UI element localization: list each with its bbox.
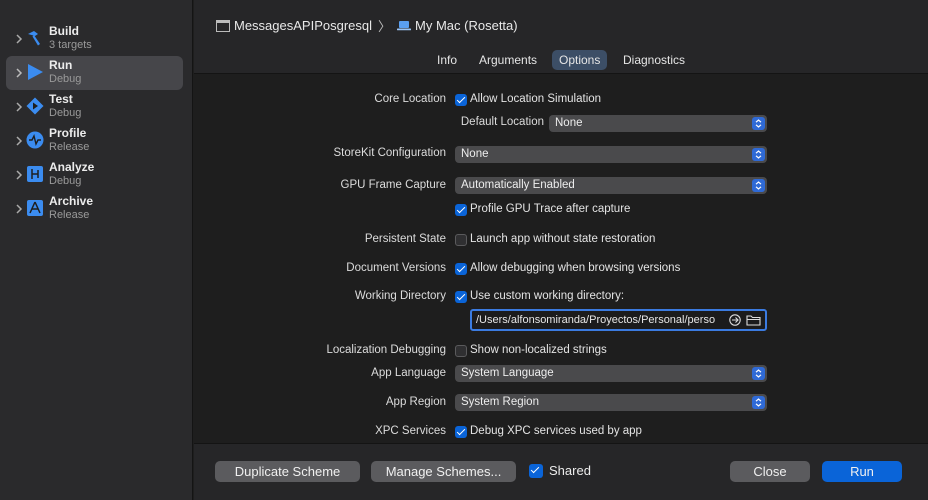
use-custom-working-directory-checkbox[interactable] [455, 291, 467, 303]
app-region-value: System Region [461, 396, 539, 408]
document-versions-label: Document Versions [346, 262, 446, 274]
sidebar-item-test[interactable]: Test Debug [6, 90, 183, 124]
tab-arguments[interactable]: Arguments [472, 50, 544, 70]
working-directory-path: /Users/alfonsomiranda/Proyectos/Personal… [476, 314, 716, 326]
sidebar-item-analyze[interactable]: Analyze Debug [6, 158, 183, 192]
tab-options[interactable]: Options [552, 50, 608, 70]
sidebar-item-title: Test [49, 92, 73, 106]
chevron-right-icon[interactable] [14, 135, 24, 147]
breadcrumb: MessagesAPIPosgresql 〉 My Mac (Rosetta) [216, 16, 518, 35]
scheme-name[interactable]: MessagesAPIPosgresql [234, 18, 372, 33]
storekit-configuration-label: StoreKit Configuration [333, 147, 446, 159]
default-location-label: Default Location [460, 116, 544, 128]
chevron-right-icon[interactable] [14, 169, 24, 181]
sidebar-item-title: Analyze [49, 160, 95, 174]
app-region-label: App Region [385, 396, 446, 408]
sidebar-item-subtitle: Debug [49, 73, 82, 85]
tab-info[interactable]: Info [430, 50, 464, 70]
scheme-window-icon [216, 19, 230, 32]
sidebar-item-subtitle: Release [49, 141, 90, 153]
working-directory-label: Working Directory [354, 290, 446, 302]
instruments-icon [26, 131, 44, 149]
debug-xpc-services-label: Debug XPC services used by app [470, 425, 642, 437]
hammer-icon [28, 31, 40, 46]
allow-location-simulation-checkbox[interactable] [455, 94, 467, 106]
play-icon [28, 64, 43, 80]
run-destination[interactable]: My Mac (Rosetta) [415, 18, 518, 33]
app-language-label: App Language [371, 367, 446, 379]
archive-icon [27, 200, 43, 216]
chevron-right-icon[interactable] [14, 33, 24, 45]
updown-arrows-icon [752, 179, 765, 192]
updown-arrows-icon [752, 117, 765, 130]
updown-arrows-icon [752, 367, 765, 380]
duplicate-scheme-button[interactable]: Duplicate Scheme [215, 461, 360, 482]
sidebar-item-profile[interactable]: Profile Release [6, 124, 183, 158]
analyze-icon [27, 166, 43, 182]
app-language-value: System Language [461, 367, 554, 379]
scheme-action-sidebar: Build 3 targets Run Debug Test Debug Pro… [0, 0, 193, 500]
allow-location-simulation-label: Allow Location Simulation [470, 93, 602, 105]
shared-checkbox[interactable] [529, 464, 543, 478]
profile-gpu-trace-label: Profile GPU Trace after capture [470, 203, 631, 215]
sidebar-item-title: Build [49, 24, 79, 38]
default-location-value: None [555, 117, 583, 129]
sidebar-item-title: Archive [49, 194, 94, 208]
core-location-label: Core Location [374, 93, 446, 105]
test-diamond-icon [26, 97, 44, 115]
allow-debugging-versions-checkbox[interactable] [455, 263, 467, 275]
use-custom-working-directory-label: Use custom working directory: [470, 290, 625, 302]
profile-gpu-trace-checkbox[interactable] [455, 204, 467, 216]
gpu-frame-capture-popup[interactable]: Automatically Enabled [455, 177, 767, 194]
folder-icon[interactable] [746, 314, 761, 326]
show-non-localized-strings-checkbox[interactable] [455, 345, 467, 357]
updown-arrows-icon [752, 148, 765, 161]
footer-bar: Duplicate Scheme Manage Schemes... Share… [194, 443, 928, 500]
gpu-frame-capture-value: Automatically Enabled [461, 179, 575, 191]
persistent-state-label: Persistent State [364, 233, 446, 245]
sidebar-item-archive[interactable]: Archive Release [6, 192, 183, 226]
laptop-icon [397, 21, 412, 31]
tab-bar: Info Arguments Options Diagnostics [194, 46, 928, 74]
sidebar-item-subtitle: Debug [49, 107, 82, 119]
storekit-configuration-popup[interactable]: None [455, 146, 767, 163]
gpu-frame-capture-label: GPU Frame Capture [340, 179, 446, 191]
show-non-localized-strings-label: Show non-localized strings [470, 344, 607, 356]
close-button[interactable]: Close [730, 461, 810, 482]
sidebar-item-subtitle: 3 targets [49, 39, 92, 51]
options-panel: Core Location Allow Location Simulation … [194, 75, 928, 442]
localization-debugging-label: Localization Debugging [326, 344, 446, 356]
launch-without-state-restoration-checkbox[interactable] [455, 234, 467, 246]
xpc-services-label: XPC Services [375, 425, 446, 437]
chevron-right-icon[interactable] [14, 203, 24, 215]
tab-diagnostics[interactable]: Diagnostics [616, 50, 692, 70]
sidebar-item-title: Run [49, 58, 73, 72]
run-button[interactable]: Run [822, 461, 902, 482]
launch-without-state-restoration-label: Launch app without state restoration [470, 233, 656, 245]
sidebar-item-run[interactable]: Run Debug [6, 56, 183, 90]
manage-schemes-button[interactable]: Manage Schemes... [371, 461, 516, 482]
app-region-popup[interactable]: System Region [455, 394, 767, 411]
allow-debugging-versions-label: Allow debugging when browsing versions [470, 262, 681, 274]
breadcrumb-separator: 〉 [378, 19, 392, 34]
default-location-popup[interactable]: None [549, 115, 767, 132]
reveal-arrow-icon[interactable] [729, 314, 741, 326]
sidebar-item-title: Profile [49, 126, 87, 140]
debug-xpc-services-checkbox[interactable] [455, 426, 467, 438]
sidebar-item-build[interactable]: Build 3 targets [6, 22, 183, 56]
chevron-right-icon[interactable] [14, 67, 24, 79]
shared-label: Shared [549, 463, 591, 478]
app-language-popup[interactable]: System Language [455, 365, 767, 382]
working-directory-path-field[interactable]: /Users/alfonsomiranda/Proyectos/Personal… [470, 309, 767, 331]
chevron-right-icon[interactable] [14, 101, 24, 113]
sidebar-item-subtitle: Release [49, 209, 90, 221]
storekit-configuration-value: None [461, 148, 489, 160]
scheme-header: MessagesAPIPosgresql 〉 My Mac (Rosetta) [194, 0, 928, 46]
sidebar-item-subtitle: Debug [49, 175, 82, 187]
updown-arrows-icon [752, 396, 765, 409]
